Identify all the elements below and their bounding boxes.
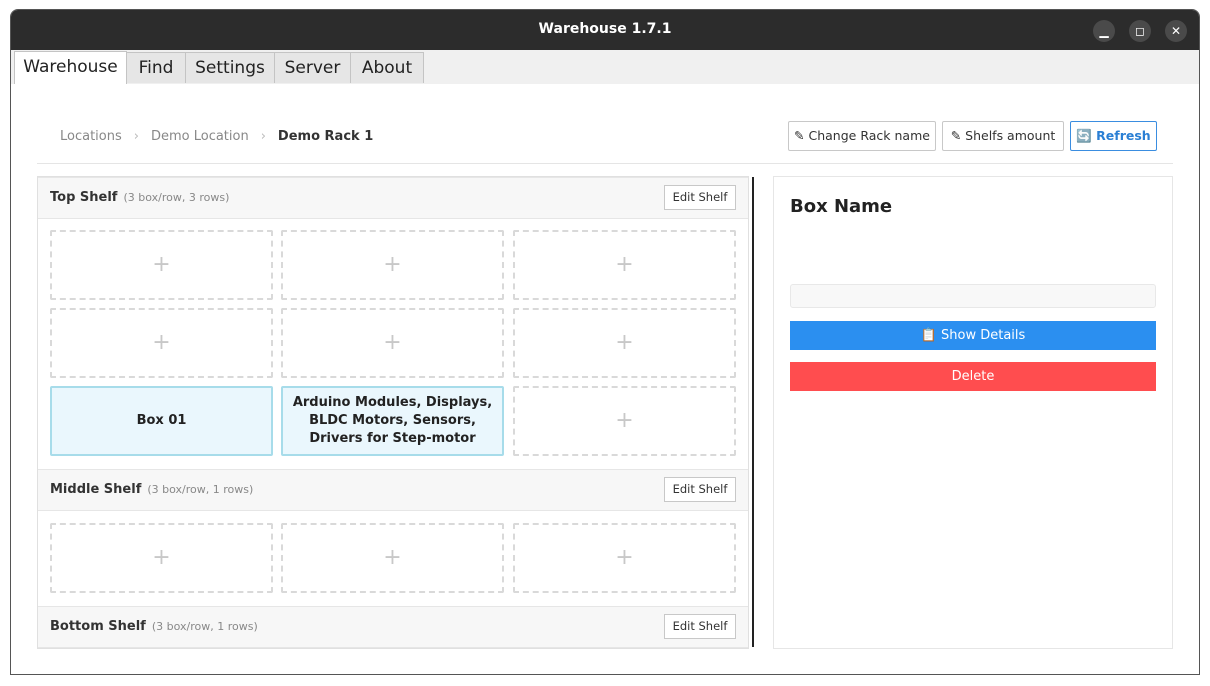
empty-slot[interactable]: + xyxy=(513,230,736,300)
empty-slot[interactable]: + xyxy=(50,308,273,378)
change-rack-name-button[interactable]: ✎ Change Rack name xyxy=(788,121,936,151)
empty-slot[interactable]: + xyxy=(281,308,504,378)
breadcrumb: Locations › Demo Location › Demo Rack 1 xyxy=(60,129,373,144)
empty-slot[interactable]: + xyxy=(50,523,273,593)
shelf-meta: (3 box/row, 1 rows) xyxy=(151,620,258,633)
tab-settings[interactable]: Settings xyxy=(185,52,275,83)
shelf-meta: (3 box/row, 3 rows) xyxy=(123,191,230,204)
shelf-header-top: Top Shelf (3 box/row, 3 rows) Edit Shelf xyxy=(38,177,748,219)
breadcrumb-locations[interactable]: Locations xyxy=(60,129,122,144)
box-item[interactable]: Box 01 xyxy=(50,386,273,456)
main-content: Locations › Demo Location › Demo Rack 1 ✎ Ch… xyxy=(11,84,1199,674)
window-title: Warehouse 1.7.1 xyxy=(538,21,672,37)
empty-slot[interactable]: + xyxy=(513,523,736,593)
edit-shelf-button[interactable]: Edit Shelf xyxy=(664,614,736,639)
close-button[interactable]: ✕ xyxy=(1165,20,1187,42)
shelfs-amount-button[interactable]: ✎ Shelfs amount xyxy=(942,121,1064,151)
empty-slot[interactable]: + xyxy=(513,386,736,456)
empty-slot[interactable]: + xyxy=(513,308,736,378)
box-description-field[interactable] xyxy=(790,284,1156,308)
shelf-name: Top Shelf xyxy=(50,190,118,205)
shelf-meta: (3 box/row, 1 rows) xyxy=(147,483,254,496)
empty-slot[interactable]: + xyxy=(281,523,504,593)
breadcrumb-separator: › xyxy=(133,129,139,144)
shelf-name: Bottom Shelf xyxy=(50,619,146,634)
breadcrumb-current: Demo Rack 1 xyxy=(277,129,374,144)
breadcrumb-separator: › xyxy=(260,129,266,144)
scrollbar[interactable] xyxy=(752,177,756,647)
shelf-header-bottom: Bottom Shelf (3 box/row, 1 rows) Edit She… xyxy=(38,606,748,648)
edit-shelf-button[interactable]: Edit Shelf xyxy=(664,185,736,210)
breadcrumb-demo-location[interactable]: Demo Location xyxy=(151,129,249,144)
box-name-title: Box Name xyxy=(790,196,893,217)
empty-slot[interactable]: + xyxy=(281,230,504,300)
tab-server[interactable]: Server xyxy=(274,52,351,83)
refresh-button[interactable]: 🔄 Refresh xyxy=(1070,121,1157,151)
rack-shelves-panel[interactable]: Top Shelf (3 box/row, 3 rows) Edit Shelf … xyxy=(37,176,749,649)
shelf-name: Middle Shelf xyxy=(50,482,142,497)
tab-about[interactable]: About xyxy=(350,52,424,83)
box-item[interactable]: Arduino Modules, Displays, BLDC Motors, … xyxy=(281,386,504,456)
box-details-panel: Box Name 📋 Show Details Delete xyxy=(773,176,1173,649)
minimize-button[interactable]: ▁ xyxy=(1093,20,1115,42)
shelf-header-middle: Middle Shelf (3 box/row, 1 rows) Edit She… xyxy=(38,469,748,511)
edit-shelf-button[interactable]: Edit Shelf xyxy=(664,477,736,502)
title-bar[interactable]: Warehouse 1.7.1 ▁ ◻ ✕ xyxy=(11,10,1199,50)
show-details-button[interactable]: 📋 Show Details xyxy=(790,321,1156,350)
app-window: Warehouse 1.7.1 ▁ ◻ ✕ Warehouse Find Set… xyxy=(10,9,1200,675)
tab-bar: Warehouse Find Settings Server About xyxy=(11,50,1199,85)
tab-find[interactable]: Find xyxy=(126,52,186,83)
delete-button[interactable]: Delete xyxy=(790,362,1156,391)
divider xyxy=(37,163,1173,164)
maximize-button[interactable]: ◻ xyxy=(1129,20,1151,42)
empty-slot[interactable]: + xyxy=(50,230,273,300)
tab-warehouse[interactable]: Warehouse xyxy=(14,51,127,84)
